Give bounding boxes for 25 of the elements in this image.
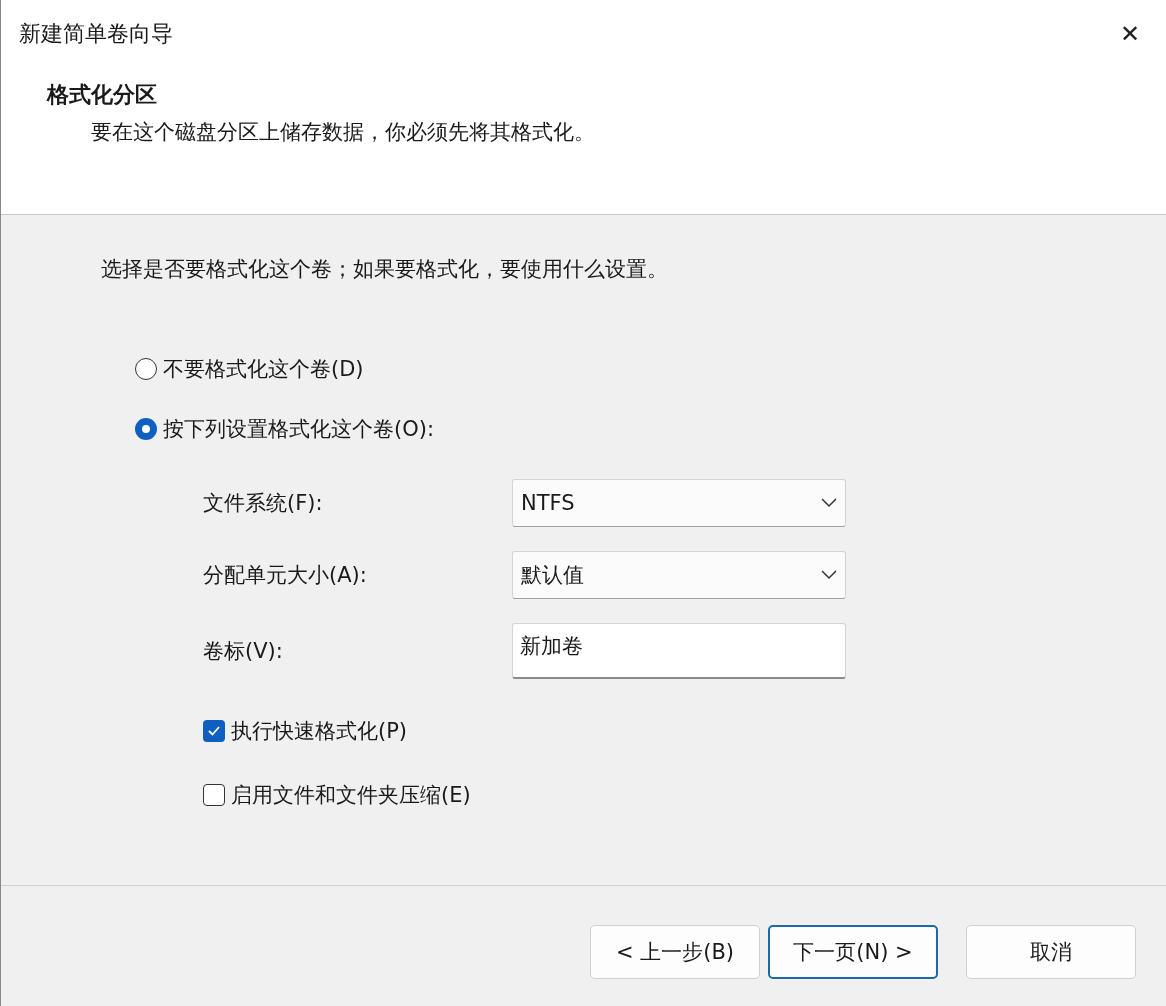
checkbox-label: 启用文件和文件夹压缩(E) xyxy=(231,782,471,809)
instruction-text: 选择是否要格式化这个卷；如果要格式化，要使用什么设置。 xyxy=(101,256,669,283)
page-title: 格式化分区 xyxy=(47,81,158,109)
option-label: 按下列设置格式化这个卷(O): xyxy=(163,416,434,443)
field-label: 分配单元大小(A): xyxy=(203,562,368,589)
option-label: 不要格式化这个卷(D) xyxy=(163,356,364,383)
checkbox-label: 执行快速格式化(P) xyxy=(231,718,408,745)
field-label: 卷标(V): xyxy=(203,638,284,665)
checkbox[interactable] xyxy=(203,784,225,806)
wizard-button[interactable]: 取消 xyxy=(966,925,1136,979)
chevron-down-icon xyxy=(821,570,837,580)
input-field[interactable]: 新加卷 xyxy=(512,623,846,679)
radio-button[interactable] xyxy=(135,418,157,440)
window-title: 新建简单卷向导 xyxy=(19,20,173,48)
checkbox[interactable] xyxy=(203,720,225,742)
radio-button[interactable] xyxy=(135,358,157,380)
dropdown[interactable]: NTFS xyxy=(512,479,846,527)
wizard-button[interactable]: 下一页(N) > xyxy=(768,925,938,979)
page-description: 要在这个磁盘分区上储存数据，你必须先将其格式化。 xyxy=(91,119,596,146)
field-label: 文件系统(F): xyxy=(203,490,324,517)
close-button[interactable]: ✕ xyxy=(1116,20,1144,48)
chevron-down-icon xyxy=(821,498,837,508)
dropdown[interactable]: 默认值 xyxy=(512,551,846,599)
wizard-button[interactable]: < 上一步(B) xyxy=(590,925,760,979)
checkmark-icon xyxy=(207,725,221,737)
